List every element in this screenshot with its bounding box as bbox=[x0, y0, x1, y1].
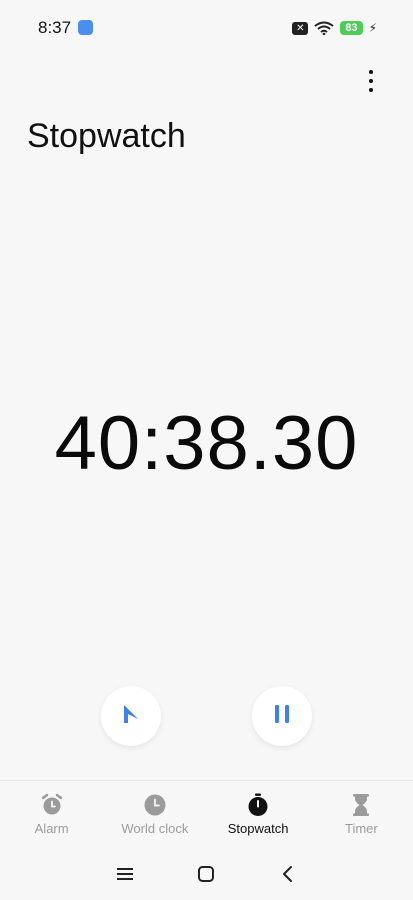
hourglass-icon bbox=[349, 793, 373, 817]
menu-icon bbox=[116, 866, 134, 887]
status-icons: ✕ 83 ⚡ bbox=[292, 19, 377, 37]
charging-bolt-icon: ⚡ bbox=[368, 21, 377, 35]
bottom-tab-bar: Alarm World clock Stopwatch Timer bbox=[0, 780, 413, 841]
system-navigation-bar bbox=[0, 850, 413, 900]
clock-icon bbox=[143, 793, 167, 817]
battery-badge: 83 bbox=[340, 21, 363, 35]
status-bar: 8:37 ✕ 83 ⚡ bbox=[0, 0, 413, 56]
wifi-icon bbox=[314, 21, 334, 35]
alarm-clock-icon bbox=[40, 793, 64, 817]
pause-button[interactable] bbox=[252, 686, 312, 746]
tab-label: World clock bbox=[121, 821, 189, 836]
tab-timer[interactable]: Timer bbox=[310, 781, 413, 841]
dot bbox=[369, 88, 373, 92]
more-options-button[interactable] bbox=[359, 68, 383, 94]
dot bbox=[369, 70, 373, 74]
tab-label: Stopwatch bbox=[227, 821, 289, 836]
tab-world-clock[interactable]: World clock bbox=[103, 781, 206, 841]
back-chevron-icon bbox=[281, 865, 295, 888]
no-sim-icon: ✕ bbox=[292, 21, 309, 35]
stopwatch-elapsed-time: 40:38.30 bbox=[54, 401, 359, 486]
tab-label: Alarm bbox=[34, 821, 69, 836]
page-title: Stopwatch bbox=[27, 117, 186, 155]
back-button[interactable] bbox=[276, 864, 300, 888]
status-time: 8:37 bbox=[38, 18, 72, 37]
tab-stopwatch[interactable]: Stopwatch bbox=[207, 781, 310, 841]
pause-icon bbox=[272, 703, 292, 730]
flag-icon bbox=[120, 702, 142, 731]
home-button[interactable] bbox=[194, 864, 218, 888]
home-square-icon bbox=[197, 865, 215, 888]
tab-label: Timer bbox=[345, 821, 378, 836]
lap-button[interactable] bbox=[101, 686, 161, 746]
recent-apps-button[interactable] bbox=[113, 864, 137, 888]
notification-app-icon bbox=[78, 20, 93, 35]
dot bbox=[369, 79, 373, 83]
tab-alarm[interactable]: Alarm bbox=[0, 781, 103, 841]
stopwatch-icon bbox=[246, 793, 270, 817]
